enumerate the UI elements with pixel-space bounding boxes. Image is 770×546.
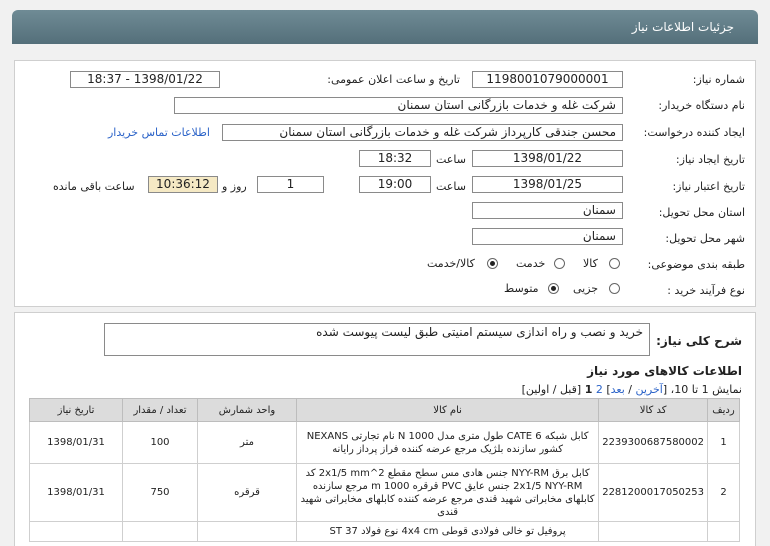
pager-page-2[interactable]: 2: [596, 383, 603, 396]
need-number-label: شماره نیاز:: [692, 73, 745, 86]
city-field: سمنان: [472, 228, 623, 245]
need-number-field: 1198001079000001: [472, 71, 623, 88]
created-date-field: 1398/01/22: [472, 150, 623, 167]
province-label: استان محل تحویل:: [658, 206, 745, 219]
page-header: جزئیات اطلاعات نیاز: [12, 10, 758, 44]
pager-last-link[interactable]: آخرین: [636, 383, 663, 396]
process-partial-radio[interactable]: [609, 283, 620, 294]
pager-range: نمایش 1 تا 10،: [670, 383, 742, 396]
days-field: 1: [257, 176, 324, 193]
pagination: نمایش 1 تا 10، [آخرین / بعد] 2 1 [قبل / …: [521, 383, 742, 396]
cell-date: 1398/01/31: [29, 463, 123, 522]
cell-index: [707, 521, 740, 542]
announce-label: تاریخ و ساعت اعلان عمومی:: [327, 73, 460, 86]
cell-qty: 100: [122, 421, 198, 464]
cell-index: 1: [707, 421, 740, 464]
category-label: طبقه بندی موضوعی:: [647, 258, 745, 271]
cell-name: کابل شبکه CATE 6 طول متری مدل N 1000 نام…: [295, 421, 600, 464]
valid-date-label: تاریخ اعتبار نیاز:: [672, 180, 745, 193]
process-partial-label: جزیی: [573, 282, 599, 295]
valid-date-field: 1398/01/25: [472, 176, 623, 193]
pager-next-link[interactable]: بعد: [611, 383, 625, 396]
creator-label: ایجاد کننده درخواست:: [643, 126, 745, 139]
remaining-time-field: 10:36:12: [148, 176, 218, 193]
cell-unit: قرقره: [197, 463, 297, 522]
col-unit: واحد شمارش: [197, 398, 297, 422]
goods-table: ردیف کد کالا نام کالا واحد شمارش تعداد /…: [29, 398, 740, 542]
table-row[interactable]: 1 2239300687580002 کابل شبکه CATE 6 طول …: [29, 421, 740, 464]
category-goods-radio[interactable]: [609, 258, 620, 269]
buyer-label: نام دستگاه خریدار:: [658, 99, 745, 112]
cell-unit: [197, 521, 297, 542]
remaining-label: ساعت باقی مانده: [53, 180, 135, 193]
cell-date: 1398/01/31: [29, 421, 123, 464]
table-row[interactable]: پروفیل تو خالی فولادی قوطی 4x4 cm نوع فو…: [29, 521, 740, 542]
process-label: نوع فرآیند خرید :: [667, 284, 745, 297]
col-date: تاریخ نیاز: [29, 398, 123, 422]
buyer-field: شرکت غله و خدمات بازرگانی استان سمنان: [174, 97, 623, 114]
description-label: شرح کلی نیاز:: [656, 334, 742, 348]
col-code: کد کالا: [598, 398, 708, 422]
cell-index: 2: [707, 463, 740, 522]
col-qty: تعداد / مقدار: [122, 398, 198, 422]
description-field: خرید و نصب و راه اندازی سیستم امنیتی طبق…: [104, 323, 650, 356]
cell-name: کابل برق NYY-RM جنس هادی مس سطح مقطع 2x1…: [295, 463, 600, 522]
city-label: شهر محل تحویل:: [665, 232, 745, 245]
created-date-label: تاریخ ایجاد نیاز:: [675, 153, 745, 166]
pager-page-1: 1: [584, 383, 593, 396]
cell-qty: 750: [122, 463, 198, 522]
category-both-label: کالا/خدمت: [427, 257, 475, 270]
cell-date: [29, 521, 123, 542]
table-row[interactable]: 2 2281200017050253 کابل برق NYY-RM جنس ه…: [29, 463, 740, 522]
category-both-radio[interactable]: [487, 258, 498, 269]
cell-code: 2239300687580002: [598, 421, 708, 464]
cell-qty: [122, 521, 198, 542]
pager-prev-first: [قبل / اولین]: [521, 383, 582, 396]
creator-field: محسن جندقی کارپرداز شرکت غله و خدمات باز…: [222, 124, 623, 141]
col-index: ردیف: [707, 398, 740, 422]
days-label: روز و: [222, 180, 247, 193]
valid-time-label: ساعت: [436, 180, 466, 193]
cell-code: [598, 521, 708, 542]
province-field: سمنان: [472, 202, 623, 219]
valid-time-field: 19:00: [359, 176, 431, 193]
cell-name: پروفیل تو خالی فولادی قوطی 4x4 cm نوع فو…: [295, 521, 600, 542]
process-medium-label: متوسط: [504, 282, 539, 295]
created-time-field: 18:32: [359, 150, 431, 167]
cell-code: 2281200017050253: [598, 463, 708, 522]
announce-field: 1398/01/22 - 18:37: [70, 71, 220, 88]
created-time-label: ساعت: [436, 153, 466, 166]
category-service-radio[interactable]: [554, 258, 565, 269]
table-header-row: ردیف کد کالا نام کالا واحد شمارش تعداد /…: [29, 398, 740, 422]
category-service-label: خدمت: [516, 257, 546, 270]
process-medium-radio[interactable]: [548, 283, 559, 294]
goods-heading: اطلاعات کالاهای مورد نیاز: [587, 364, 742, 378]
page-title: جزئیات اطلاعات نیاز: [631, 20, 734, 34]
contact-buyer-link[interactable]: اطلاعات تماس خریدار: [108, 126, 210, 139]
category-goods-label: کالا: [583, 257, 598, 270]
col-name: نام کالا: [295, 398, 600, 422]
cell-unit: متر: [197, 421, 297, 464]
